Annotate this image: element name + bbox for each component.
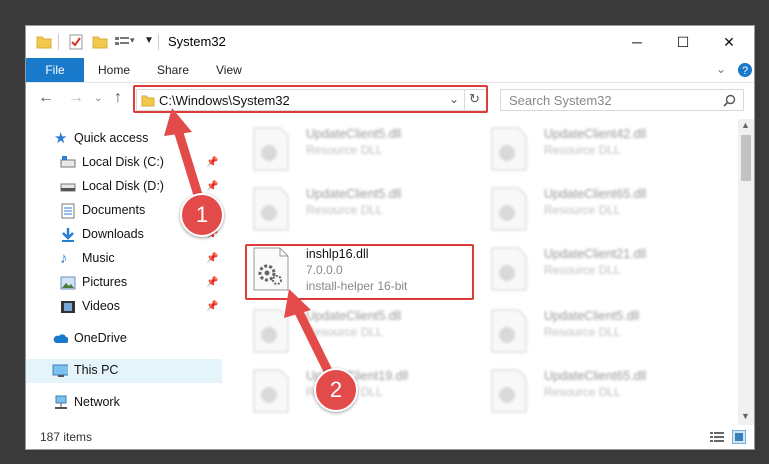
annotation-arrows — [164, 108, 335, 380]
arrow-1 — [164, 108, 203, 200]
step-badge-1: 1 — [180, 193, 224, 237]
step-badge-2: 2 — [314, 368, 358, 412]
arrow-2 — [284, 289, 335, 380]
